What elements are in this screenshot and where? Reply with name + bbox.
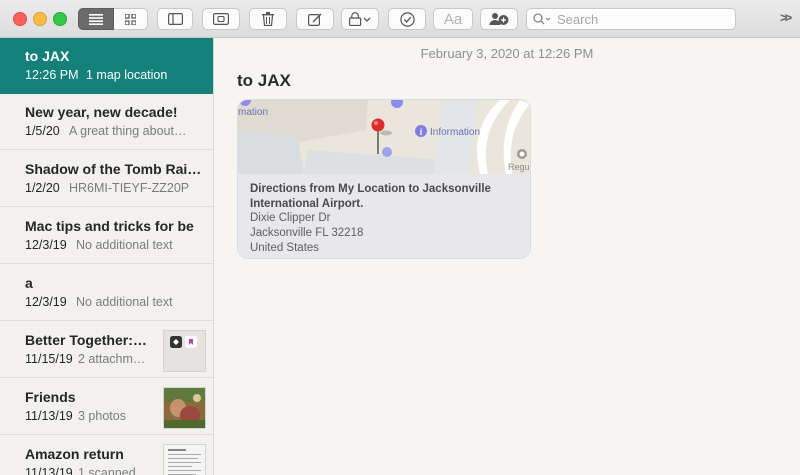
search-placeholder: Search	[557, 11, 599, 27]
note-title: Friends	[25, 389, 76, 405]
toolbar-overflow-button[interactable]: >>	[780, 10, 792, 25]
note-preview: No additional text	[76, 295, 173, 309]
note-item-friends[interactable]: Friends 11/13/19 3 photos	[0, 379, 213, 435]
note-date: 1/2/20	[25, 181, 60, 195]
list-view-button[interactable]	[78, 8, 114, 30]
map-address-line1: Dixie Clipper Dr	[250, 212, 331, 224]
note-preview: 2 attachm…	[78, 352, 146, 366]
divider	[0, 149, 213, 150]
note-item-a[interactable]: a 12/3/19 No additional text	[0, 265, 213, 321]
note-title: to JAX	[25, 48, 70, 64]
note-title: New year, new decade!	[25, 104, 178, 120]
divider	[0, 206, 213, 207]
notes-list: to JAX 12:26 PM 1 map location New year,…	[0, 38, 214, 475]
note-preview: 3 photos	[78, 409, 126, 423]
minimize-window-button[interactable]	[33, 12, 47, 26]
map-label-information: Information	[430, 127, 480, 138]
note-preview: No additional text	[76, 238, 173, 252]
note-title: Shadow of the Tomb Rai…	[25, 161, 202, 177]
scan-thumbnail	[164, 445, 205, 475]
divider	[0, 263, 213, 264]
delete-button[interactable]	[249, 8, 287, 30]
note-item-amazon-return[interactable]: Amazon return 11/13/19 1 scanned…	[0, 436, 213, 475]
attachment-thumbnail	[163, 330, 206, 372]
note-date: 11/13/19	[25, 409, 73, 423]
trash-icon	[262, 12, 274, 26]
close-window-button[interactable]	[13, 12, 27, 26]
search-field[interactable]: Search	[526, 8, 736, 30]
app-icons-thumbnail	[164, 331, 205, 371]
map-label-right: Regu	[508, 162, 530, 172]
note-title: Mac tips and tricks for be	[25, 218, 194, 234]
note-heading[interactable]: to JAX	[237, 71, 291, 91]
map-country: United States	[250, 242, 320, 254]
gallery-view-button[interactable]	[114, 8, 148, 30]
lock-icon	[349, 12, 371, 26]
note-preview: A great thing about…	[69, 124, 187, 138]
note-preview: HR6MI-TIEYF-ZZ20P	[69, 181, 190, 195]
note-date: 12/3/19	[25, 238, 67, 252]
attachments-button[interactable]	[202, 8, 240, 30]
map-label-left: mation	[238, 107, 268, 118]
friends-photo-thumbnail	[164, 388, 205, 428]
note-date: 1/5/20	[25, 124, 60, 138]
search-icon	[533, 13, 551, 25]
note-item-better-together[interactable]: Better Together:… 11/15/19 2 attachm…	[0, 322, 213, 378]
scanned-document-thumbnail	[163, 444, 206, 475]
format-button[interactable]: Aa	[433, 8, 473, 30]
gallery-view-icon	[125, 13, 136, 25]
compose-icon	[308, 13, 322, 26]
divider	[0, 434, 213, 435]
note-timestamp: February 3, 2020 at 12:26 PM	[420, 46, 594, 61]
note-item-shadow-of-the-tomb[interactable]: Shadow of the Tomb Rai… 1/2/20 HR6MI-TIE…	[0, 151, 213, 207]
note-date: 11/13/19	[25, 466, 73, 475]
list-view-icon	[89, 13, 103, 25]
map-address-line2: Jacksonville FL 32218	[250, 227, 364, 239]
attachments-icon	[213, 13, 229, 25]
toolbar: Aa Search >>	[0, 0, 800, 38]
note-date: 11/15/19	[25, 352, 73, 366]
map-details: Directions from My Location to Jacksonvi…	[238, 174, 530, 258]
note-date: 12:26 PM	[25, 68, 79, 82]
map-location-card[interactable]: i mation Information Regu Directions fro…	[237, 99, 531, 259]
sidebar-icon	[167, 13, 183, 25]
lock-note-button[interactable]	[341, 8, 379, 30]
note-preview: 1 scanned…	[78, 466, 149, 475]
note-item-mac-tips[interactable]: Mac tips and tricks for be 12/3/19 No ad…	[0, 208, 213, 264]
note-title: Amazon return	[25, 446, 124, 462]
add-people-button[interactable]	[480, 8, 518, 30]
zoom-window-button[interactable]	[53, 12, 67, 26]
note-item-new-year[interactable]: New year, new decade! 1/5/20 A great thi…	[0, 94, 213, 150]
checkmark-circle-icon	[399, 11, 415, 27]
note-item-to-jax[interactable]: to JAX 12:26 PM 1 map location	[0, 38, 213, 94]
note-preview: 1 map location	[86, 68, 168, 82]
divider	[0, 320, 213, 321]
map-directions: Directions from My Location to Jacksonvi…	[250, 183, 491, 210]
divider	[0, 377, 213, 378]
note-editor[interactable]: February 3, 2020 at 12:26 PM to JAX i ma…	[214, 38, 800, 475]
photo-thumbnail	[163, 387, 206, 429]
svg-text:i: i	[420, 127, 423, 137]
map-preview: i mation Information Regu	[238, 100, 530, 174]
note-date: 12/3/19	[25, 295, 67, 309]
notes-window: Aa Search >> to JAX 12:26 PM 1 map locat…	[0, 0, 800, 475]
add-people-icon	[489, 13, 509, 25]
note-title: Better Together:…	[25, 332, 147, 348]
note-title: a	[25, 275, 33, 291]
new-note-button[interactable]	[296, 8, 334, 30]
toggle-sidebar-button[interactable]	[157, 8, 193, 30]
checklist-button[interactable]	[388, 8, 426, 30]
